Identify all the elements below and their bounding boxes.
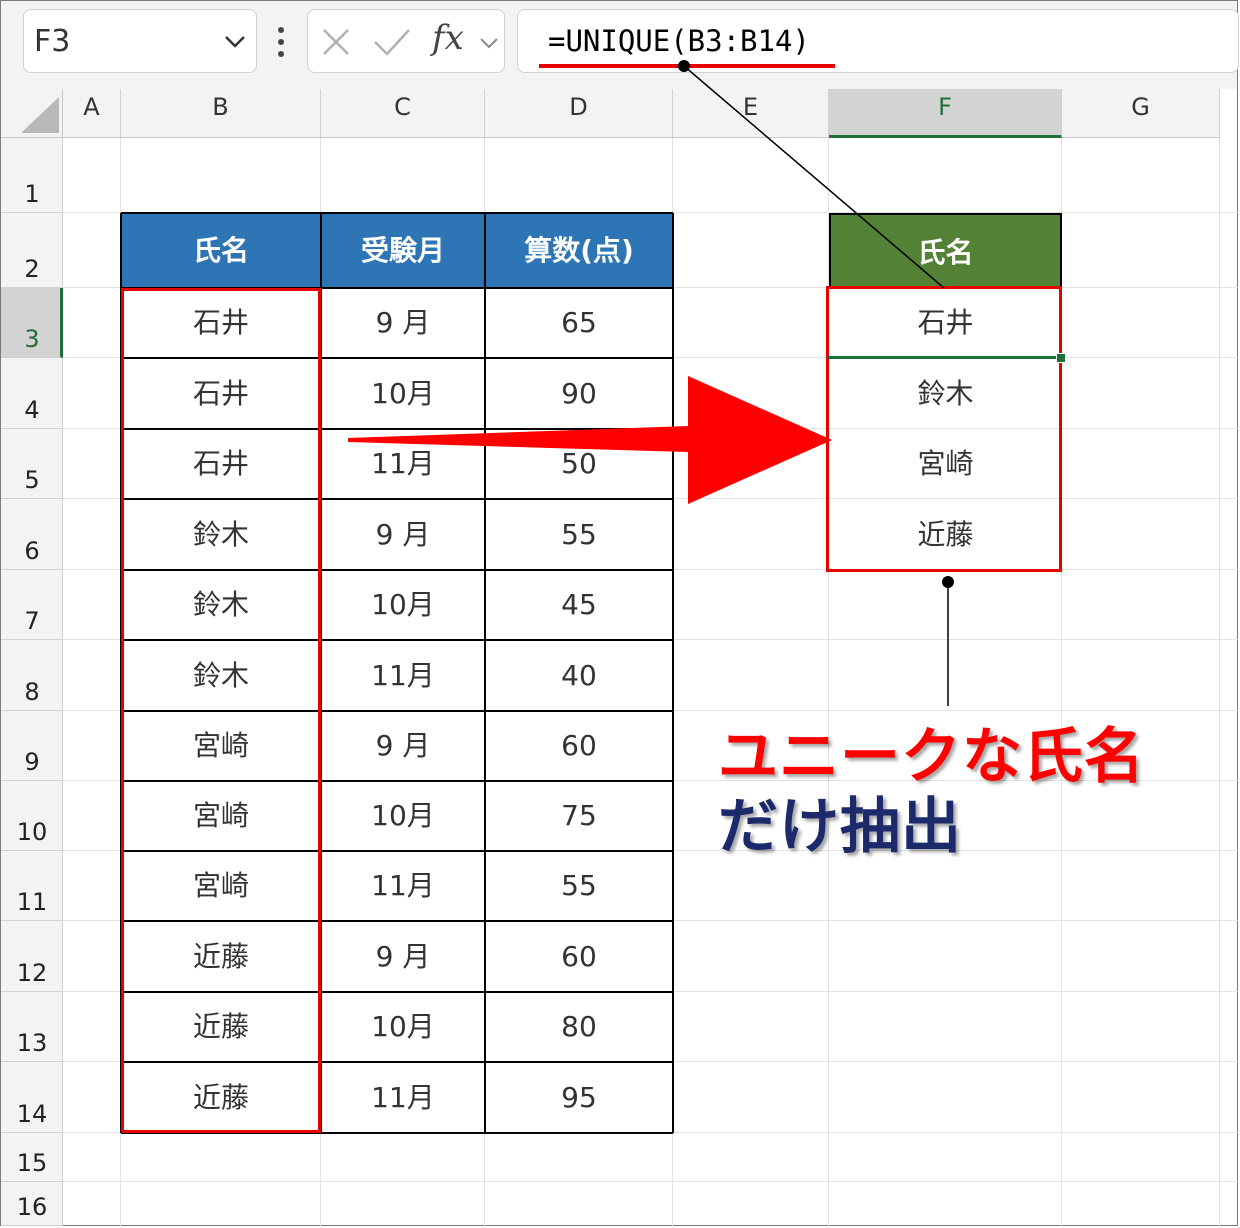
callout-subtitle: だけ抽出 [718, 792, 962, 862]
callout-leader-dot [942, 576, 954, 588]
formula-leader-dot [678, 60, 690, 72]
annotation-overlay [348, 60, 954, 706]
active-cell-border [828, 356, 1060, 359]
fill-handle[interactable] [1056, 353, 1066, 363]
formula-leader-line [683, 65, 945, 289]
arrow-right-icon [348, 376, 832, 504]
